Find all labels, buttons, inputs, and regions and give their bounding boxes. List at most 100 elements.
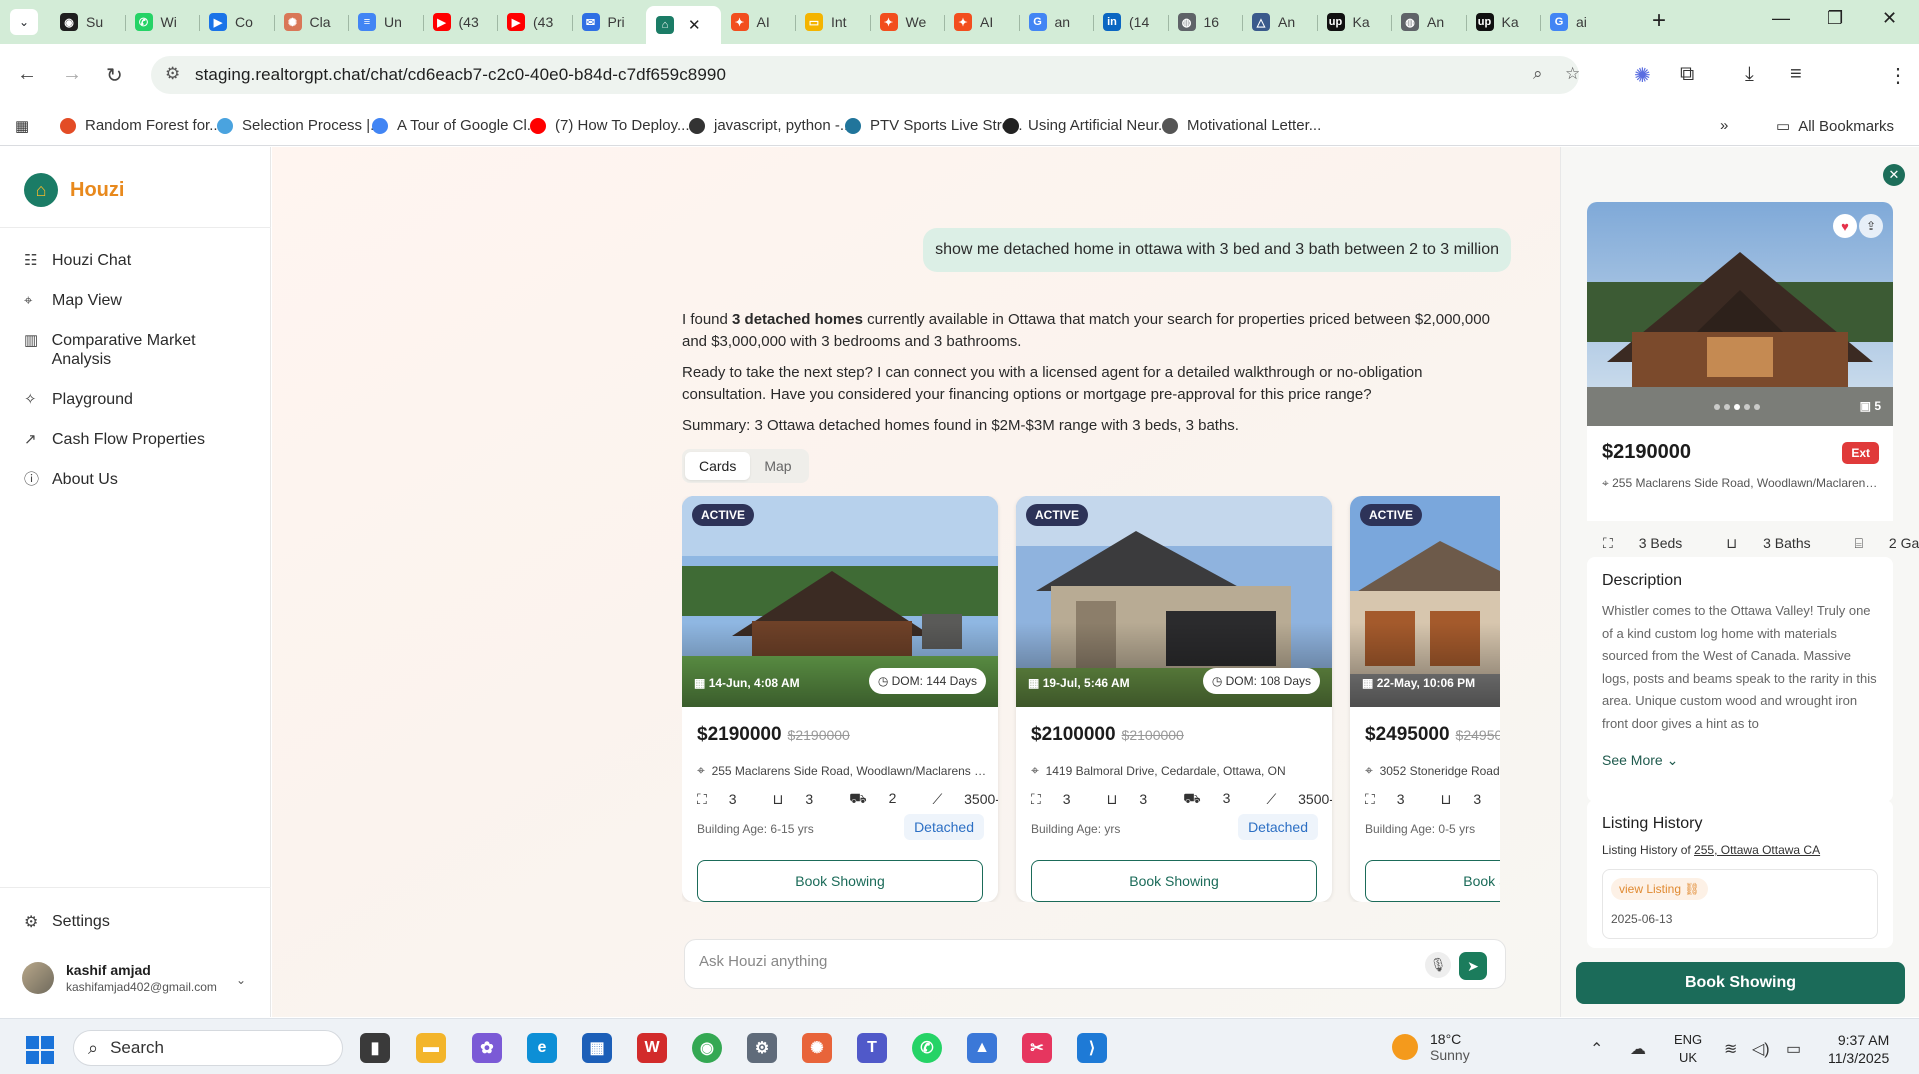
send-button[interactable]: ➤	[1459, 952, 1487, 980]
bookmarks-overflow-icon[interactable]: »	[1720, 117, 1728, 134]
sidebar-item-about-us[interactable]: ⓘ About Us	[24, 470, 254, 489]
sidebar-item-houzi-chat[interactable]: ☷ Houzi Chat	[24, 251, 254, 270]
browser-menu-icon[interactable]: ⋮	[1888, 63, 1908, 88]
browser-tab[interactable]: ◍ An	[1391, 6, 1466, 38]
chevron-up-icon[interactable]: ⌃	[1590, 1039, 1603, 1059]
network-badge-icon[interactable]: ☁	[1630, 1039, 1646, 1059]
start-button[interactable]	[26, 1036, 54, 1064]
browser-tab[interactable]: ✦ We	[869, 6, 945, 38]
close-panel-button[interactable]: ✕	[1883, 164, 1905, 186]
sidebar-item-map-view[interactable]: ⌖ Map View	[24, 291, 254, 310]
back-button[interactable]: ←	[17, 63, 37, 86]
sidebar-item-cash-flow-properties[interactable]: ↗ Cash Flow Properties	[24, 430, 254, 449]
bookmark-item[interactable]: PTV Sports Live Stre...	[845, 117, 1023, 134]
listing-card[interactable]: ACTIVE ▦ 14-Jun, 4:08 AM ◷ DOM: 144 Days $2…	[682, 496, 998, 902]
bookmark-item[interactable]: Random Forest for...	[60, 117, 222, 134]
taskbar-search[interactable]: ⌕ Search	[73, 1030, 343, 1066]
browser-tab[interactable]: ◍ 16	[1167, 6, 1243, 38]
sidebar-item-settings[interactable]: ⚙ Settings	[24, 912, 110, 932]
book-showing-button[interactable]: Book Showing	[1031, 860, 1317, 902]
zoom-icon[interactable]: ⌕	[1533, 64, 1543, 84]
chat-input[interactable]	[699, 953, 1399, 970]
vscode-icon[interactable]: ⟩	[1077, 1033, 1107, 1063]
bookmark-item[interactable]: Using Artificial Neur...	[1003, 117, 1171, 134]
forward-button[interactable]: →	[62, 63, 82, 86]
media-control-icon[interactable]: ≡	[1790, 63, 1802, 86]
system-clock[interactable]: 9:37 AM 11/3/2025	[1828, 1031, 1889, 1067]
download-icon[interactable]: ⤓	[1745, 63, 1754, 86]
browser-tab[interactable]: ≡ Un	[348, 6, 423, 38]
browser-tab-active[interactable]: ⌂ ✕	[646, 6, 721, 44]
snipping-tool-icon[interactable]: ✂	[1022, 1033, 1052, 1063]
browser-tab[interactable]: ▶ (43	[422, 6, 498, 38]
browser-tab[interactable]: up Ka	[1465, 6, 1541, 38]
sidebar-item-comparative-market-analysis[interactable]: ▥ Comparative Market Analysis	[24, 331, 254, 369]
language-indicator[interactable]: ENG UK	[1674, 1031, 1702, 1067]
browser-tab[interactable]: ✺ Cla	[273, 6, 349, 38]
share-icon[interactable]: ⇪	[1859, 214, 1883, 238]
bookmark-item[interactable]: A Tour of Google Cl...	[372, 117, 539, 134]
browser-tab[interactable]: ✦ AI	[721, 6, 796, 38]
browser-tab[interactable]: ▭ Int	[795, 6, 870, 38]
store-icon[interactable]: ▦	[582, 1033, 612, 1063]
bookmark-item[interactable]: Motivational Letter...	[1162, 117, 1321, 134]
browser-tab[interactable]: ▶ Co	[199, 6, 274, 38]
wps-icon[interactable]: W	[637, 1033, 667, 1063]
all-bookmarks-button[interactable]: ▭ All Bookmarks	[1776, 117, 1894, 136]
file-explorer-icon[interactable]: ▬	[416, 1033, 446, 1063]
sidebar-item-playground[interactable]: ✧ Playground	[24, 390, 254, 409]
listing-card[interactable]: ACTIVE▦ 22-May, 10:06 PM◷ DOM: 165 Days$…	[1350, 496, 1500, 902]
browser-tab[interactable]: ◉ Su	[50, 6, 125, 38]
chevron-down-icon[interactable]: ⌄	[236, 973, 246, 987]
browser-tab[interactable]: △ An	[1242, 6, 1317, 38]
history-address-link[interactable]: 255, Ottawa Ottawa CA	[1694, 843, 1820, 857]
minimize-button[interactable]: —	[1772, 8, 1790, 29]
browser-tab[interactable]: ▶ (43	[497, 6, 572, 38]
browser-tab[interactable]: ✉ Pri	[571, 6, 647, 38]
photos-icon[interactable]: ▲	[967, 1033, 997, 1063]
user-profile[interactable]: kashif amjad kashifamjad402@gmail.com	[22, 962, 217, 994]
tab-cards[interactable]: Cards	[685, 452, 751, 480]
book-showing-button[interactable]: Book Showing	[1576, 962, 1905, 1004]
browser-tab[interactable]: ✆ Wi	[124, 6, 200, 38]
tab-search-button[interactable]: ⌄	[10, 9, 38, 35]
reload-button[interactable]: ↻	[106, 63, 123, 88]
battery-icon[interactable]: ▭	[1786, 1039, 1801, 1059]
edge-icon[interactable]: e	[527, 1033, 557, 1063]
weather-widget[interactable]: 18°C Sunny	[1392, 1031, 1470, 1063]
microphone-icon[interactable]: 🎙	[1425, 952, 1451, 978]
settings-app-icon[interactable]: ⚙	[747, 1033, 777, 1063]
book-showing-button[interactable]: Book Showing	[1365, 860, 1500, 902]
extension-icon[interactable]: ✺	[1634, 63, 1651, 88]
apps-grid-icon[interactable]: ▦	[15, 117, 29, 135]
close-window-button[interactable]: ✕	[1882, 8, 1897, 29]
browser-tab[interactable]: Gai	[1540, 6, 1615, 38]
browser-tab[interactable]: up Ka	[1316, 6, 1392, 38]
listing-photo[interactable]: ♥ ⇪ ▣ 5	[1587, 202, 1893, 426]
listing-card[interactable]: ACTIVE ▦ 19-Jul, 5:46 AM ◷ DOM: 108 Days $2…	[1016, 496, 1332, 902]
wifi-icon[interactable]: ≋	[1724, 1039, 1737, 1059]
browser-tab[interactable]: Gan	[1018, 6, 1094, 38]
bookmark-item[interactable]: javascript, python -...	[689, 117, 852, 134]
carousel-dots[interactable]	[1714, 404, 1764, 410]
brand[interactable]: ⌂ Houzi	[24, 173, 124, 207]
chrome-icon[interactable]: ◉	[692, 1033, 722, 1063]
new-tab-button[interactable]: +	[1652, 8, 1666, 34]
browser-tab[interactable]: in (14	[1093, 6, 1168, 38]
task-view-icon[interactable]: ▮	[360, 1033, 390, 1063]
site-info-icon[interactable]: ⚙	[165, 64, 180, 84]
book-showing-button[interactable]: Book Showing	[697, 860, 983, 902]
bookmark-item[interactable]: (7) How To Deploy...	[530, 117, 690, 134]
extensions-puzzle-icon[interactable]: ⧉	[1680, 63, 1694, 86]
whatsapp-icon[interactable]: ✆	[912, 1033, 942, 1063]
see-more-button[interactable]: See More ⌄	[1602, 752, 1878, 769]
maximize-button[interactable]: ❐	[1827, 8, 1843, 29]
view-listing-button[interactable]: view Listing ⛓	[1611, 878, 1708, 900]
teams-icon[interactable]: T	[857, 1033, 887, 1063]
claude-app-icon[interactable]: ✺	[802, 1033, 832, 1063]
volume-icon[interactable]: ◁)	[1752, 1039, 1770, 1059]
address-bar[interactable]: ⚙ staging.realtorgpt.chat/chat/cd6eacb7-…	[151, 56, 1580, 94]
bookmark-item[interactable]: Selection Process |...	[217, 117, 383, 134]
tab-map[interactable]: Map	[750, 452, 805, 480]
bookmark-star-icon[interactable]: ☆	[1565, 64, 1580, 84]
